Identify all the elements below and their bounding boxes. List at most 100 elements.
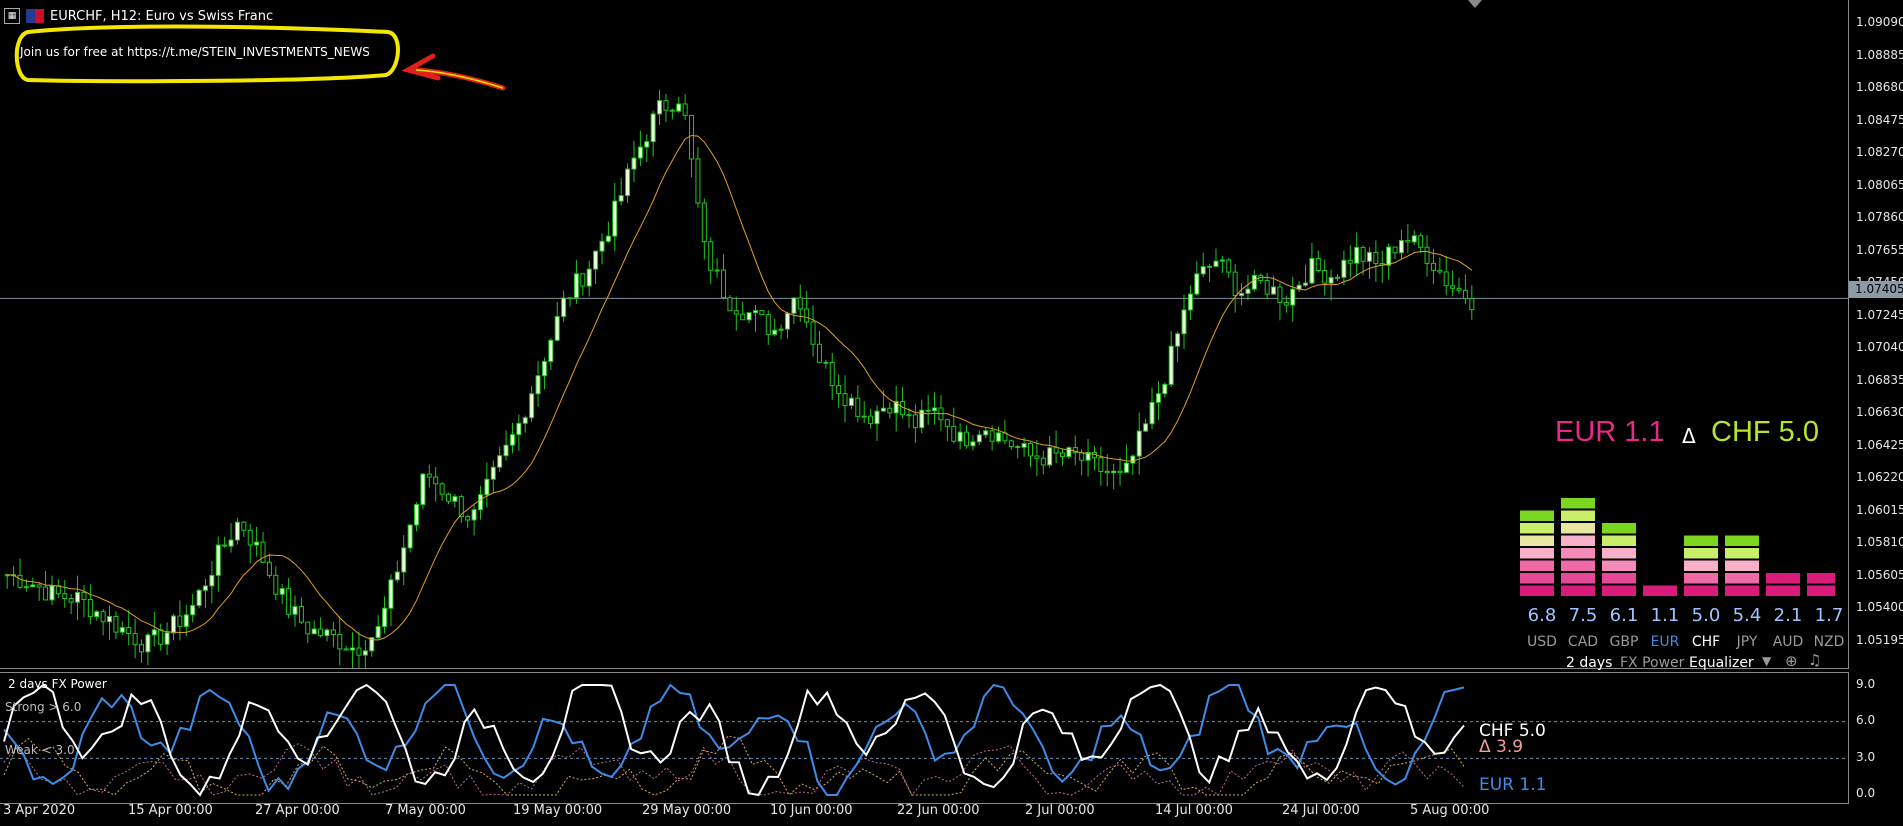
- candle: [554, 302, 560, 342]
- candle: [772, 318, 778, 337]
- chevron-down-icon[interactable]: ▼: [1762, 654, 1771, 668]
- candle: [644, 134, 650, 162]
- candle: [868, 408, 874, 429]
- indicator-tick-label: 9.0: [1856, 677, 1876, 691]
- currency-label-nzd[interactable]: NZD: [1809, 634, 1849, 650]
- candle: [567, 297, 573, 307]
- candle: [1219, 256, 1225, 273]
- price-tick-label: 1.05195: [1856, 632, 1903, 647]
- current-price-label: 1.07405: [1855, 282, 1903, 296]
- currency-label-chf[interactable]: CHF: [1686, 634, 1726, 650]
- candle: [1398, 229, 1404, 260]
- candle: [330, 621, 336, 648]
- indicator-pane[interactable]: [0, 672, 1849, 804]
- strength-equalizer: [1520, 498, 1835, 596]
- current-price-marker: 1.07405: [1849, 281, 1903, 298]
- candle: [1309, 242, 1315, 285]
- candle: [727, 295, 733, 312]
- equalizer-bar-gbp: [1602, 523, 1636, 596]
- candle: [209, 561, 215, 604]
- candle: [62, 579, 68, 608]
- candle: [158, 623, 164, 651]
- annotation-highlight: [14, 24, 506, 91]
- candle: [804, 291, 810, 328]
- candle: [382, 596, 388, 634]
- candle: [951, 407, 957, 444]
- candle: [548, 338, 554, 371]
- candle: [266, 553, 272, 579]
- price-tick-label: 1.06425: [1856, 437, 1903, 452]
- candle: [535, 360, 541, 407]
- candle: [1258, 273, 1264, 284]
- crosshair-icon[interactable]: ⊕: [1785, 652, 1798, 670]
- time-tick-label: 24 Jul 00:00: [1282, 803, 1360, 818]
- candle: [439, 482, 445, 501]
- candle: [497, 446, 503, 472]
- price-tick-label: 1.05605: [1856, 567, 1903, 582]
- candle: [132, 618, 138, 659]
- candle: [637, 130, 643, 166]
- candle: [657, 89, 663, 126]
- candle: [228, 523, 234, 553]
- candle: [599, 233, 605, 265]
- candle: [810, 305, 816, 357]
- candle: [1386, 243, 1392, 280]
- candle: [580, 273, 586, 296]
- candle: [848, 393, 854, 409]
- candle: [1066, 446, 1072, 459]
- candle: [471, 503, 477, 536]
- candle: [1322, 259, 1328, 296]
- candle: [829, 352, 835, 400]
- candle: [1437, 257, 1443, 275]
- currency-label-gbp[interactable]: GBP: [1604, 634, 1644, 650]
- currency-label-cad[interactable]: CAD: [1563, 634, 1603, 650]
- candle: [778, 324, 784, 340]
- candle: [1239, 282, 1245, 306]
- candle: [573, 260, 579, 304]
- candle: [842, 375, 848, 423]
- time-tick-label: 15 Apr 00:00: [128, 803, 213, 818]
- candle: [1226, 257, 1232, 278]
- currency-label-eur[interactable]: EUR: [1645, 634, 1685, 650]
- candle: [970, 434, 976, 451]
- candle: [1091, 445, 1097, 471]
- candle: [484, 462, 490, 508]
- candle: [279, 584, 285, 605]
- price-tick-label: 1.07040: [1856, 340, 1903, 354]
- candle: [1149, 387, 1155, 430]
- candle: [273, 566, 279, 601]
- time-tick-label: 5 Aug 00:00: [1410, 803, 1490, 818]
- candle: [784, 311, 790, 339]
- candle: [1047, 435, 1053, 468]
- candle: [816, 330, 822, 363]
- candle: [721, 254, 727, 300]
- candle: [241, 521, 247, 537]
- candle: [1155, 381, 1161, 420]
- candle: [414, 502, 420, 532]
- period-selector[interactable]: 2 days: [1566, 655, 1612, 671]
- candle: [996, 426, 1002, 444]
- currency-label-usd[interactable]: USD: [1522, 634, 1562, 650]
- price-tick-label: 1.06220: [1856, 470, 1903, 484]
- shift-marker-icon[interactable]: [1468, 0, 1482, 8]
- candle: [1443, 255, 1449, 296]
- candle: [906, 408, 912, 429]
- strong-level-label: Strong > 6.0: [5, 700, 82, 714]
- candle: [55, 579, 61, 599]
- candle: [1290, 276, 1296, 322]
- currency-label-jpy[interactable]: JPY: [1727, 634, 1767, 650]
- candle: [1200, 252, 1206, 277]
- strength-value-aud: 2.1: [1773, 605, 1803, 626]
- candle: [1143, 418, 1149, 433]
- candle: [426, 464, 432, 488]
- fx-power-chart: [0, 683, 1848, 797]
- candle: [298, 597, 304, 624]
- candle: [1194, 261, 1200, 296]
- candle: [733, 296, 739, 331]
- time-tick-label: 2 Jul 00:00: [1025, 803, 1095, 818]
- currency-label-aud[interactable]: AUD: [1768, 634, 1808, 650]
- music-note-icon[interactable]: ♫: [1808, 651, 1821, 669]
- strength-value-nzd: 1.7: [1814, 605, 1844, 626]
- price-tick-label: 1.06630: [1856, 405, 1903, 419]
- mode-selector[interactable]: Equalizer: [1689, 655, 1754, 671]
